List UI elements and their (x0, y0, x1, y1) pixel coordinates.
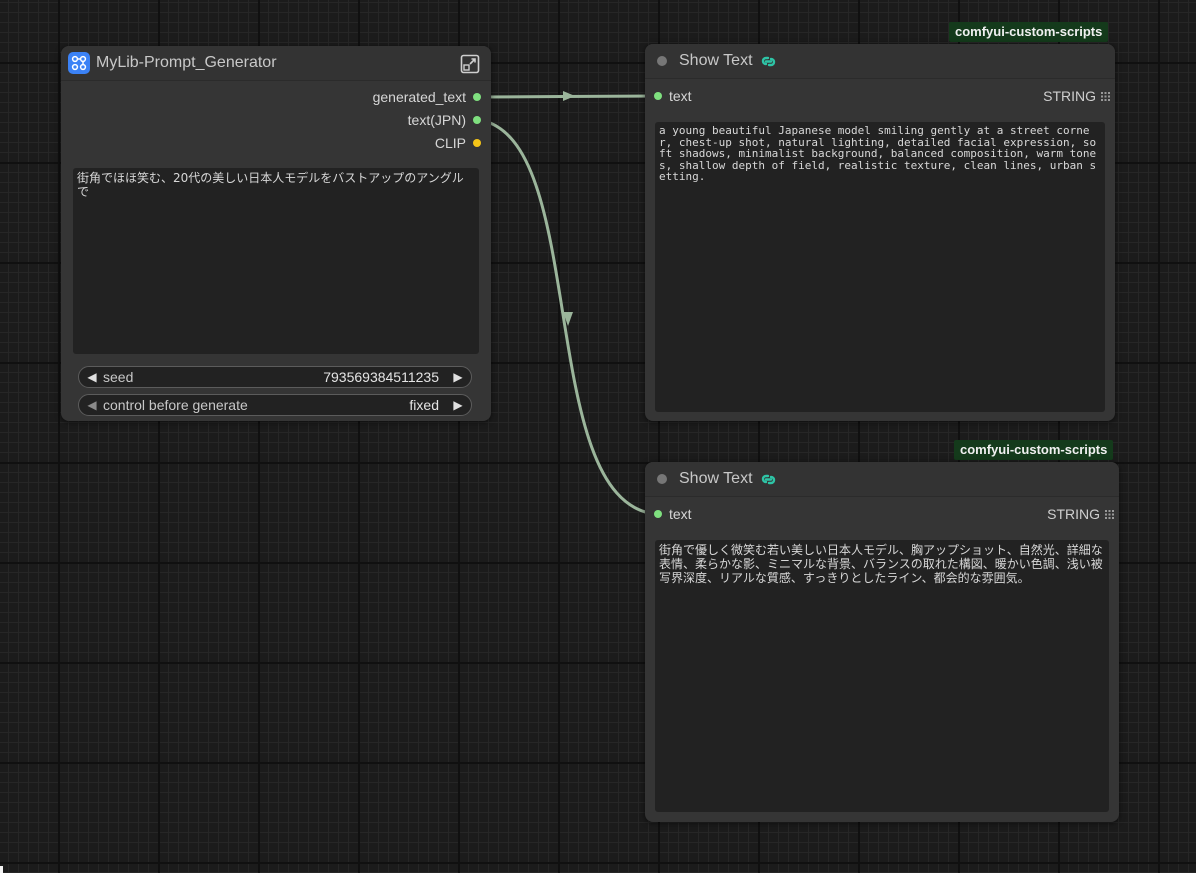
link-arrow-text-jpn (563, 312, 573, 326)
seed-label: seed (103, 369, 134, 385)
output-textarea[interactable]: 街角で優しく微笑む若い美しい日本人モデル、胸アップショット、自然光、詳細な表情、… (655, 540, 1109, 812)
show-text-node-2[interactable]: Show Text text STRING 街角で優しく微笑む若い美しい日本人モ… (645, 462, 1119, 822)
cursor-marker (0, 866, 3, 873)
output-text-jpn[interactable]: text(JPN) (408, 112, 481, 128)
output-generated-text[interactable]: generated_text (373, 89, 481, 105)
link-icon (761, 474, 775, 484)
type-text: STRING (1043, 88, 1096, 104)
output-slot[interactable] (473, 93, 481, 101)
seed-widget[interactable]: ◀ seed 793569384511235 ▶ (78, 366, 472, 388)
control-value[interactable]: fixed (409, 397, 439, 413)
collapse-dot[interactable] (657, 56, 667, 66)
output-label: generated_text (372, 89, 466, 105)
show-text-node-1[interactable]: Show Text text STRING a young beautiful … (645, 44, 1115, 421)
node-title-bar[interactable]: Show Text (645, 462, 1119, 497)
control-prev-button[interactable]: ◀ (85, 398, 99, 412)
node-canvas[interactable]: MyLib-Prompt_Generator generated_text te… (0, 0, 1196, 873)
node-title-bar[interactable]: Show Text (645, 44, 1115, 79)
input-slot[interactable] (654, 510, 662, 518)
output-textarea[interactable]: a young beautiful Japanese model smiling… (655, 122, 1105, 412)
control-next-button[interactable]: ▶ (451, 398, 465, 412)
seed-increment-button[interactable]: ▶ (451, 370, 465, 384)
link-icon (761, 56, 775, 66)
output-slot[interactable] (473, 139, 481, 147)
link-generated-text[interactable] (479, 94, 656, 99)
input-label: text (669, 506, 692, 522)
control-widget[interactable]: ◀ control before generate fixed ▶ (78, 394, 472, 416)
output-label: text(JPN) (407, 112, 466, 128)
output-clip[interactable]: CLIP (435, 135, 481, 151)
node-title: MyLib-Prompt_Generator (96, 54, 277, 71)
output-label: CLIP (434, 135, 466, 151)
node-workflow-icon (68, 52, 90, 74)
seed-value[interactable]: 793569384511235 (323, 369, 439, 385)
seed-decrement-button[interactable]: ◀ (85, 370, 99, 384)
link-text-jpn[interactable] (479, 118, 656, 516)
link-arrow-generated-text (563, 91, 575, 101)
type-text: STRING (1047, 506, 1100, 522)
node-title-bar[interactable]: MyLib-Prompt_Generator (61, 46, 491, 81)
type-label: STRING (1043, 88, 1110, 104)
output-slot[interactable] (473, 116, 481, 124)
type-label: STRING (1047, 506, 1114, 522)
grid-icon (1101, 91, 1110, 101)
control-label: control before generate (103, 397, 248, 413)
prompt-textarea[interactable]: 街角でほほ笑む、20代の美しい日本人モデルをバストアップのアングルで (73, 168, 479, 354)
grid-icon (1105, 509, 1114, 519)
node-source-tag: comfyui-custom-scripts (949, 22, 1109, 42)
node-source-tag: comfyui-custom-scripts (954, 440, 1114, 460)
collapse-dot[interactable] (657, 474, 667, 484)
node-title: Show Text (679, 52, 753, 69)
input-label: text (669, 88, 692, 104)
input-slot[interactable] (654, 92, 662, 100)
input-text[interactable]: text (654, 506, 692, 522)
expand-icon[interactable] (460, 54, 480, 74)
input-text[interactable]: text (654, 88, 692, 104)
prompt-generator-node[interactable]: MyLib-Prompt_Generator generated_text te… (61, 46, 491, 421)
node-title: Show Text (679, 470, 753, 487)
